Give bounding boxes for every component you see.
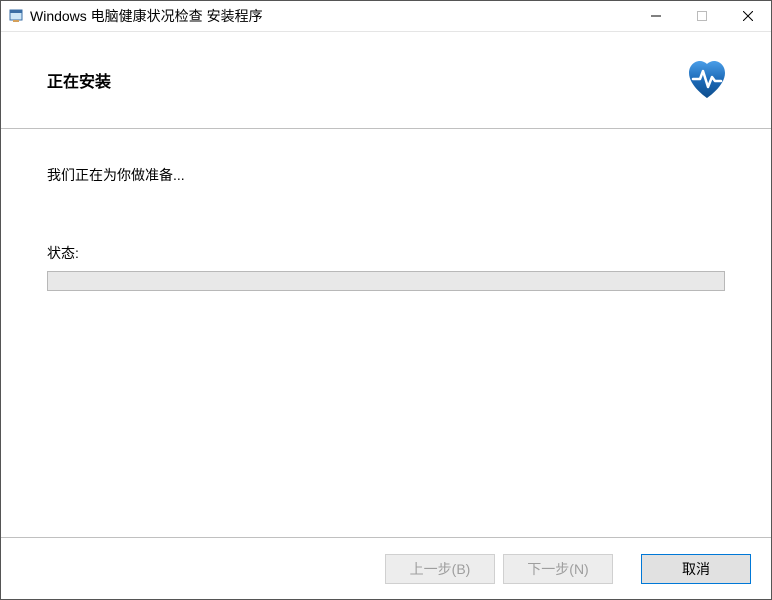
cancel-button[interactable]: 取消 <box>641 554 751 584</box>
next-button: 下一步(N) <box>503 554 613 584</box>
header-panel: 正在安装 <box>1 32 771 129</box>
close-button[interactable] <box>725 1 771 31</box>
titlebar: Windows 电脑健康状况检查 安装程序 <box>1 1 771 32</box>
status-message: 我们正在为你做准备... <box>47 165 725 185</box>
progress-bar <box>47 271 725 291</box>
footer: 上一步(B) 下一步(N) 取消 <box>1 537 771 599</box>
installer-icon <box>8 8 24 24</box>
page-title: 正在安装 <box>47 68 111 92</box>
status-label: 状态: <box>47 243 725 263</box>
heart-health-icon <box>683 56 731 104</box>
maximize-button <box>679 1 725 31</box>
window-title: Windows 电脑健康状况检查 安装程序 <box>30 6 633 26</box>
installer-window: Windows 电脑健康状况检查 安装程序 正在安装 <box>1 1 771 599</box>
content-area: 我们正在为你做准备... 状态: <box>1 129 771 291</box>
minimize-button[interactable] <box>633 1 679 31</box>
window-controls <box>633 1 771 31</box>
back-button: 上一步(B) <box>385 554 495 584</box>
